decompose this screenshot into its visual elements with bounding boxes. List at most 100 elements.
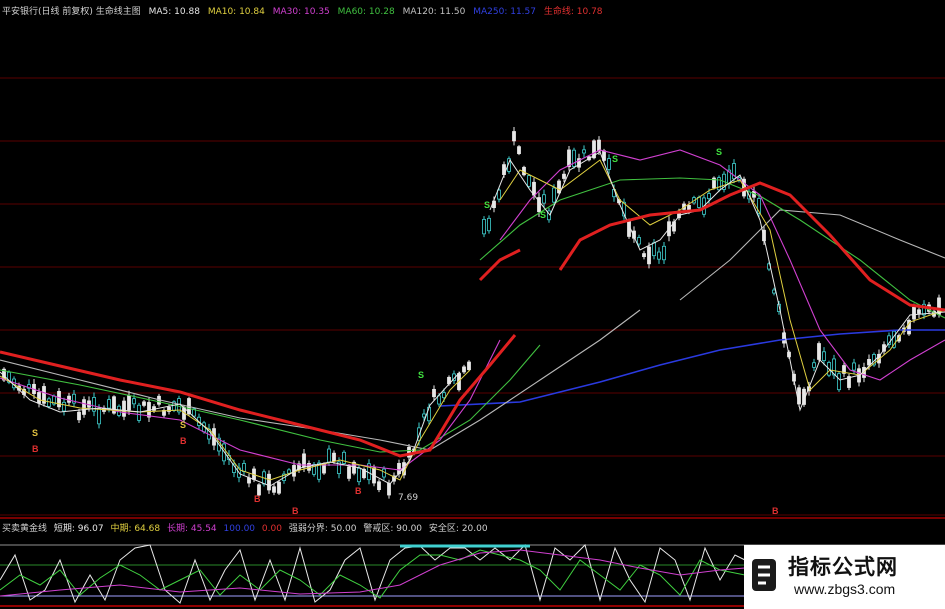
candle-body xyxy=(322,463,326,474)
svg-text:B: B xyxy=(180,436,187,446)
candle-body xyxy=(607,158,611,170)
candle-body xyxy=(442,392,446,399)
candle-body xyxy=(242,463,246,473)
candle-body xyxy=(817,343,821,360)
lifeline-value: 生命线: 10.78 xyxy=(543,7,603,17)
indicator-name: 买卖黄金线 xyxy=(2,524,48,534)
candle-body xyxy=(662,245,666,261)
ma10-value: MA10: 10.84 xyxy=(207,7,265,17)
svg-text:S: S xyxy=(32,428,38,438)
candle-body xyxy=(107,399,111,409)
short-term-value: 短期: 96.07 xyxy=(53,524,104,534)
strength-line-value: 强弱分界: 50.00 xyxy=(288,524,357,534)
candle-body xyxy=(552,187,556,203)
mid-term-value: 中期: 64.68 xyxy=(110,524,161,534)
candle-body xyxy=(482,219,486,235)
site-logo-icon xyxy=(752,559,776,591)
chart-title: 平安银行(日线 前复权) 生命线主图 xyxy=(2,7,141,17)
ma-legend: 平安银行(日线 前复权) 生命线主图 MA5: 10.88 MA10: 10.8… xyxy=(2,4,608,17)
candle-body xyxy=(47,398,51,407)
candle-body xyxy=(137,404,141,421)
candle-body xyxy=(707,193,711,200)
signal-markers: S B S B B B S S S S S B B xyxy=(32,147,779,516)
candle-body xyxy=(657,251,661,260)
svg-text:S: S xyxy=(540,210,546,220)
svg-text:B: B xyxy=(32,444,39,454)
candle-body xyxy=(437,395,441,405)
candle-body xyxy=(267,473,271,491)
candle-body xyxy=(557,180,561,194)
svg-text:S: S xyxy=(612,154,618,164)
ma120-value: MA120: 11.50 xyxy=(402,7,466,17)
ma250-value: MA250: 11.57 xyxy=(473,7,536,17)
site-watermark: 指标公式网 www.zbgs3.com xyxy=(744,545,945,609)
candle-body xyxy=(542,194,546,204)
candle-body xyxy=(62,401,66,412)
candle-body xyxy=(867,359,871,366)
ma30-line xyxy=(0,149,945,471)
candle-body xyxy=(432,388,436,398)
candle-body xyxy=(332,452,336,462)
candle-body xyxy=(822,351,826,361)
candle-body xyxy=(837,373,841,391)
candle-body xyxy=(527,175,531,187)
candle-body xyxy=(597,139,601,152)
candle-body xyxy=(812,362,816,368)
svg-text:S: S xyxy=(180,420,186,430)
candle-body xyxy=(132,398,136,405)
candle-body xyxy=(37,392,41,404)
candle-body xyxy=(387,482,391,496)
candle-body xyxy=(77,411,81,421)
candle-body xyxy=(122,400,126,417)
moving-averages xyxy=(0,149,945,487)
candle-body xyxy=(277,481,281,494)
indicator-legend: 买卖黄金线 短期: 96.07 中期: 64.68 长期: 45.54 100.… xyxy=(2,521,492,534)
watermark-title: 指标公式网 xyxy=(788,555,898,579)
watermark-url: www.zbgs3.com xyxy=(794,581,896,597)
candle-body xyxy=(272,486,276,493)
candle-body xyxy=(467,361,471,371)
candle-body xyxy=(562,173,566,179)
candle-body xyxy=(82,399,86,415)
candle-body xyxy=(652,242,656,257)
candle-body xyxy=(637,237,641,245)
candle-body xyxy=(517,146,521,155)
candle-body xyxy=(67,395,71,403)
low-price-label: 7.69 xyxy=(398,493,419,503)
candle-body xyxy=(357,467,361,483)
candle-body xyxy=(462,366,466,373)
candle-body xyxy=(342,451,346,464)
candle-body xyxy=(347,466,351,479)
candle-body xyxy=(422,413,426,418)
ma5-line xyxy=(0,151,945,487)
candle-body xyxy=(917,309,921,314)
svg-text:S: S xyxy=(484,200,490,210)
safe-zone-value: 安全区: 20.00 xyxy=(428,524,488,534)
ma60-value: MA60: 10.28 xyxy=(337,7,395,17)
candle-body xyxy=(772,289,776,294)
candle-body xyxy=(142,401,146,406)
alert-zone-value: 警戒区: 90.00 xyxy=(363,524,423,534)
candle-body xyxy=(97,408,101,425)
long-term-value: 长期: 45.54 xyxy=(166,524,217,534)
kline-chart[interactable]: S B S B B B S S S S S B B xyxy=(0,0,945,609)
candle-body xyxy=(642,253,646,258)
candle-body xyxy=(687,204,691,211)
svg-text:S: S xyxy=(418,370,424,380)
candle-body xyxy=(852,362,856,371)
indicator-value-4: 100.00 xyxy=(223,524,256,534)
candle-body xyxy=(697,196,701,208)
svg-text:B: B xyxy=(772,506,779,516)
price-grid xyxy=(0,77,945,516)
candle-body xyxy=(377,481,381,491)
ma30-value: MA30: 10.35 xyxy=(272,7,330,17)
candle-body xyxy=(487,217,491,232)
candle-body xyxy=(327,448,331,463)
svg-text:B: B xyxy=(355,486,362,496)
candle-body xyxy=(127,395,131,411)
ma60-line xyxy=(0,177,945,453)
candlesticks xyxy=(2,126,941,499)
candle-body xyxy=(567,149,571,168)
candle-body xyxy=(912,306,916,320)
ma5-value: MA5: 10.88 xyxy=(148,7,200,17)
